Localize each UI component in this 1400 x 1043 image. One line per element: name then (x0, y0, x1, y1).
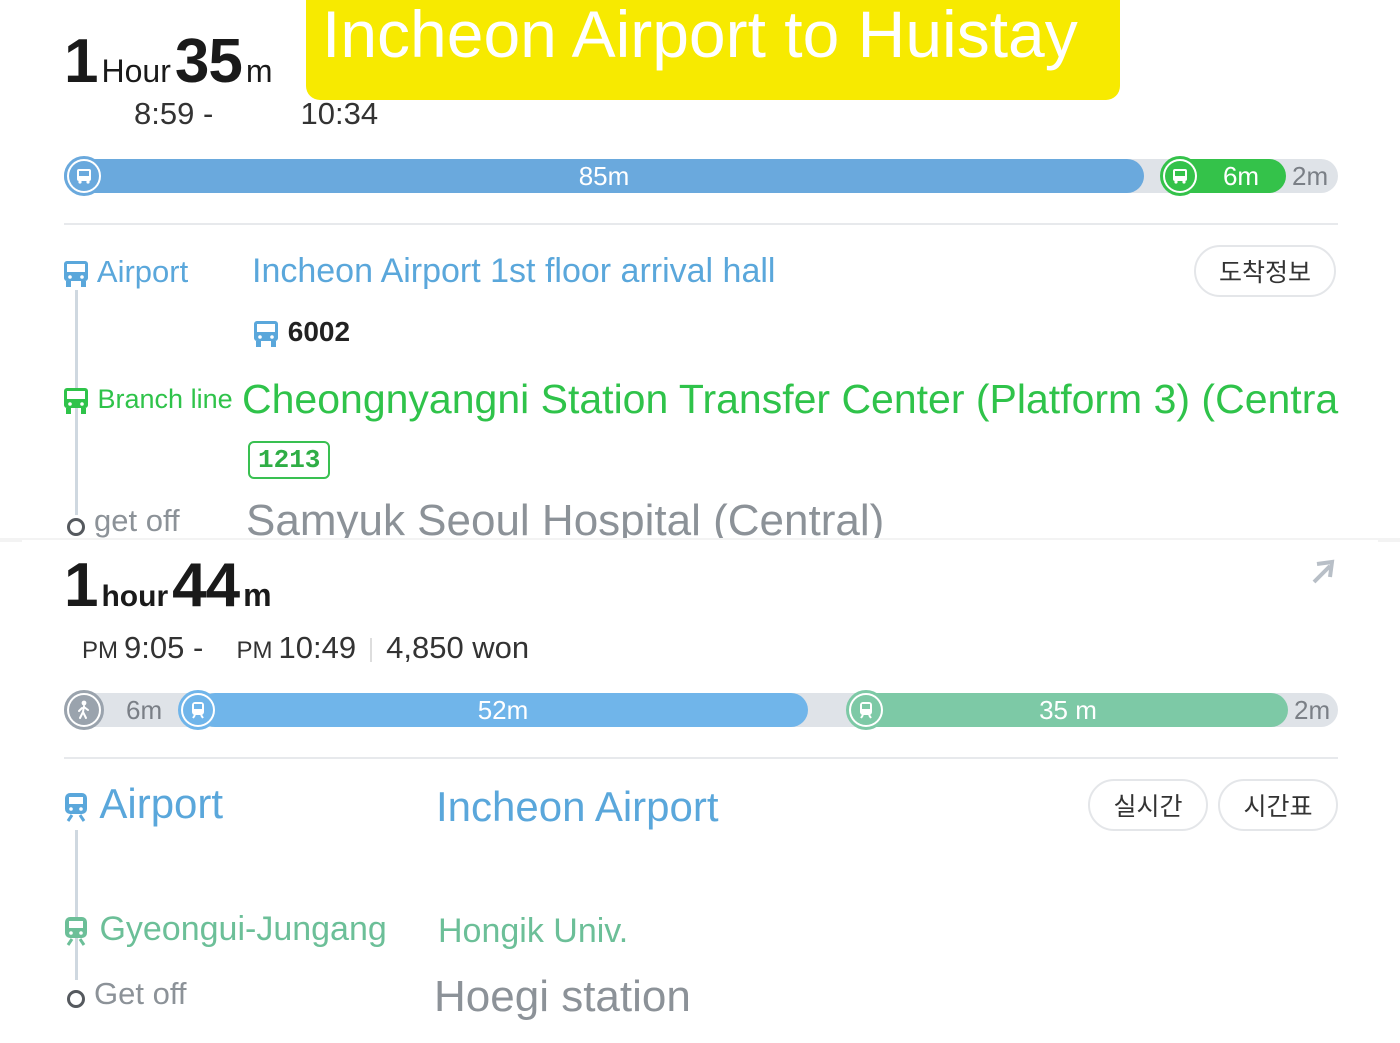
train-icon (65, 792, 87, 822)
button-label: 실시간 (1113, 793, 1183, 821)
leg-mode-label: Airport (99, 780, 224, 827)
timetable-button[interactable]: 시간표 (1218, 779, 1338, 831)
time-range: PM 9:05 - PM 10:49 4,850 won (82, 630, 529, 666)
train-icon (846, 690, 886, 730)
duration-hours-unit: Hour (101, 53, 171, 89)
time-range: 8:59 - 10:34 (134, 96, 378, 132)
total-duration: 1 Hour35 m (64, 26, 276, 97)
segment-duration: 35 m (1039, 695, 1097, 725)
bus-route-number[interactable]: 6002 (252, 316, 350, 349)
route-timeline-line (75, 830, 78, 980)
fare: 4,850 won (386, 630, 530, 665)
train-icon (178, 690, 218, 730)
leg-mode-label: Gyeongui-Jungang (99, 910, 387, 948)
divider (64, 757, 1338, 759)
transfer-station[interactable]: Hongik Univ. (438, 912, 628, 951)
segment-duration: 6m (1222, 161, 1260, 191)
walk-tail-duration: 2m (1292, 161, 1329, 191)
leg-mode-label: Branch line (97, 384, 233, 414)
walk-lead-duration: 6m (126, 695, 163, 725)
bus-route-tag[interactable]: 1213 (248, 441, 331, 479)
route-progress-bar: 85m 6m 2m (64, 156, 1338, 196)
leg-mode-get-off: get off (94, 503, 180, 538)
stop-dot-icon (67, 990, 85, 1008)
leg-mode-label: Airport (96, 254, 189, 289)
departure-time: 8:59 - (134, 96, 214, 131)
pm-label: PM (82, 637, 118, 664)
leg-mode-airport-bus: Airport (62, 254, 188, 290)
button-label: 시간표 (1243, 793, 1313, 821)
realtime-button[interactable]: 실시간 (1088, 779, 1208, 831)
bus-icon (64, 156, 104, 196)
title-banner: Incheon Airport to Huistay (306, 0, 1120, 100)
duration-hours-unit: hour (101, 580, 169, 613)
total-duration: 1 hour44 m (64, 550, 276, 621)
subway-segment-2: 35 m (848, 693, 1288, 727)
segment-duration: 85m (578, 161, 630, 191)
alight-station[interactable]: Hoegi station (434, 972, 691, 1022)
route-number-label: 6002 (287, 316, 351, 347)
stop-dot-icon (67, 518, 85, 536)
duration-minutes-unit: m (245, 53, 273, 89)
route-progress-bar: 6m 52m 35 m 2m (64, 690, 1338, 730)
walk-icon (64, 690, 104, 730)
leg-mode-branch-line: Branch line (62, 384, 233, 416)
alight-stop[interactable]: Samyuk Seoul Hospital (Central) (246, 496, 884, 538)
duration-minutes-unit: m (243, 577, 272, 613)
divider (370, 637, 373, 662)
arrival-time: 10:34 (300, 96, 379, 131)
duration-minutes: 44 (172, 551, 240, 620)
walk-tail-duration: 2m (1294, 695, 1331, 725)
route-number-label: 1213 (258, 445, 321, 475)
leg-mode-gyeongui-jungang: Gyeongui-Jungang (62, 910, 387, 949)
duration-hours: 1 (64, 27, 98, 96)
arrival-time: 10:49 (278, 630, 357, 665)
divider (64, 223, 1338, 225)
transfer-stop[interactable]: Cheongnyangni Station Transfer Center (P… (242, 376, 1338, 423)
segment-duration: 52m (477, 695, 529, 725)
bus-segment: 85m (64, 159, 1144, 193)
pm-label: PM (236, 637, 273, 664)
bus-icon (64, 387, 88, 414)
bus-icon (254, 320, 278, 347)
leg-mode-airport-rail: Airport (62, 780, 223, 828)
boarding-station[interactable]: Incheon Airport (436, 783, 719, 831)
train-icon (65, 917, 87, 946)
duration-hours: 1 (64, 551, 98, 620)
arrival-info-button[interactable]: 도착정보 (1194, 245, 1336, 297)
boarding-stop[interactable]: Incheon Airport 1st floor arrival hall (252, 252, 775, 291)
subway-segment: 52m (198, 693, 808, 727)
leg-mode-get-off: Get off (94, 976, 187, 1011)
route-screenshot: 1 Hour35 m 8:59 - 10:34 85m 6m 2m Airpor… (0, 0, 1400, 1043)
duration-minutes: 35 (174, 27, 243, 96)
share-icon[interactable] (1308, 558, 1336, 586)
bus-icon (1160, 156, 1200, 196)
bus-icon (64, 260, 88, 287)
departure-time: 9:05 - (124, 630, 204, 665)
button-label: 도착정보 (1218, 259, 1311, 287)
route-card-2[interactable]: 1 hour44 m PM 9:05 - PM 10:49 4,850 won 6m 52… (22, 540, 1378, 1022)
banner-title: Incheon Airport to Huistay (322, 0, 1078, 71)
